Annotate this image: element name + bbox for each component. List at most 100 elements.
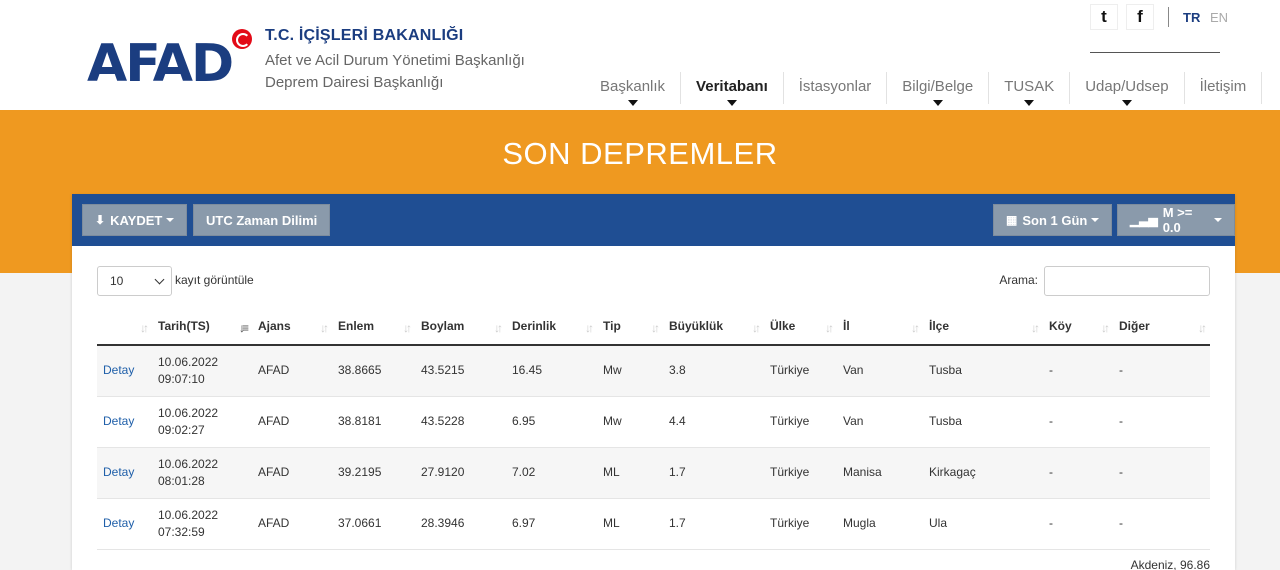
time-value: 08:01:28 [158, 473, 205, 488]
agency-cell: AFAD [252, 396, 332, 448]
magnitude-cell: 4.4 [663, 396, 764, 448]
sort-icon: ↓↑ [1101, 321, 1110, 335]
nav-label: Udap/Udsep [1085, 78, 1169, 95]
sort-icon: ↓↑ [494, 321, 503, 335]
col-district[interactable]: İlçe ↓↑ [923, 308, 1043, 346]
nav-bilgi-belge[interactable]: Bilgi/Belge [887, 72, 990, 106]
nav-iletisim[interactable]: İletişim [1185, 72, 1263, 104]
latitude-cell: 38.8665 [332, 345, 415, 397]
sort-icon: ↓↑ [911, 321, 920, 335]
date-value: 10.06.2022 [158, 507, 219, 522]
district-cell: Ula [923, 498, 1043, 550]
province-cell: Mugla [837, 498, 923, 550]
afad-logo[interactable]: AFAD [87, 38, 247, 90]
col-magnitude[interactable]: Büyüklük ↓↑ [663, 308, 764, 346]
col-village[interactable]: Köy ↓↑ [1043, 308, 1113, 346]
latitude-cell: 38.8181 [332, 396, 415, 448]
sort-icon: ↓↑ [752, 321, 761, 335]
detail-link[interactable]: Detay [103, 516, 134, 530]
magnitude-filter-button[interactable]: ▁▃▅ M >= 0.0 [1117, 204, 1235, 236]
page-title: SON DEPREMLER [502, 136, 778, 171]
earthquake-table: ↓↑ Tarih(TS) ↓≡ Ajans ↓↑ Enlem ↓↑ Boylam ↓↑ … [97, 308, 1210, 550]
chevron-down-icon [154, 274, 165, 285]
col-province[interactable]: İl ↓↑ [837, 308, 923, 346]
province-cell: Van [837, 345, 923, 397]
sort-icon: ↓↑ [585, 321, 594, 335]
caret-down-icon [166, 218, 175, 222]
nav-label: Bilgi/Belge [902, 78, 974, 95]
nav-baskanlik[interactable]: Başkanlık [585, 72, 682, 106]
col-type[interactable]: Tip ↓↑ [597, 308, 663, 346]
col-date[interactable]: Tarih(TS) ↓≡ [152, 308, 252, 346]
panel-toolbar: ⬇ KAYDET UTC Zaman Dilimi ▦ Son 1 Gün ▁▃… [72, 194, 1235, 246]
organization-block: T.C. İÇİŞLERİ BAKANLIĞI Afet ve Acil Dur… [265, 27, 525, 94]
utc-timezone-button[interactable]: UTC Zaman Dilimi [193, 204, 331, 236]
detail-link[interactable]: Detay [103, 465, 134, 479]
col-latitude[interactable]: Enlem ↓↑ [332, 308, 415, 346]
col-detail[interactable]: ↓↑ [97, 308, 152, 346]
village-cell: - [1043, 345, 1113, 397]
sort-icon: ↓↑ [651, 321, 660, 335]
caret-down-icon [1024, 100, 1035, 106]
date-value: 10.06.2022 [158, 405, 219, 420]
sort-icon: ↓↑ [320, 321, 329, 335]
lang-en-link[interactable]: EN [1210, 10, 1228, 25]
country-cell: Türkiye [764, 396, 837, 448]
date-value: 10.06.2022 [158, 456, 219, 471]
table-row: Detay 10.06.2022 09:02:27 AFAD 38.8181 43… [97, 396, 1210, 448]
caret-down-icon [627, 100, 638, 106]
signal-bars-icon: ▁▃▅ [1130, 213, 1158, 227]
depth-cell: 6.97 [506, 498, 597, 550]
detail-link[interactable]: Detay [103, 414, 134, 428]
caret-down-icon [932, 100, 943, 106]
district-cell: Kirkagaç [923, 447, 1043, 499]
time-value: 09:07:10 [158, 371, 205, 386]
nav-udap-udsep[interactable]: Udap/Udsep [1070, 72, 1185, 106]
nav-istasyonlar[interactable]: İstasyonlar [784, 72, 888, 104]
detail-link[interactable]: Detay [103, 363, 134, 377]
time-value: 09:02:27 [158, 422, 205, 437]
earthquake-panel: ⬇ KAYDET UTC Zaman Dilimi ▦ Son 1 Gün ▁▃… [72, 194, 1235, 570]
table-controls: 10 kayıt görüntüle Arama: [97, 266, 1210, 296]
magnitude-cell: 1.7 [663, 498, 764, 550]
language-switcher: TR EN [1183, 10, 1228, 25]
longitude-cell: 28.3946 [415, 498, 506, 550]
save-button[interactable]: ⬇ KAYDET [82, 204, 188, 236]
latitude-cell: 37.0661 [332, 498, 415, 550]
table-header-row: ↓↑ Tarih(TS) ↓≡ Ajans ↓↑ Enlem ↓↑ Boylam ↓↑ … [97, 308, 1210, 346]
divider [1090, 52, 1220, 53]
lang-tr-link[interactable]: TR [1183, 10, 1200, 25]
type-cell: ML [597, 498, 663, 550]
village-cell: - [1043, 396, 1113, 448]
col-longitude[interactable]: Boylam ↓↑ [415, 308, 506, 346]
sort-icon: ↓↑ [403, 321, 412, 335]
download-icon: ⬇ [95, 213, 106, 227]
search-input[interactable] [1044, 266, 1210, 296]
date-value: 10.06.2022 [158, 354, 219, 369]
page-size-select[interactable]: 10 [97, 266, 172, 296]
col-depth[interactable]: Derinlik ↓↑ [506, 308, 597, 346]
twitter-icon[interactable]: t [1090, 4, 1118, 30]
facebook-icon[interactable]: f [1126, 4, 1154, 30]
province-cell: Van [837, 396, 923, 448]
type-cell: ML [597, 447, 663, 499]
logo-text: AFAD [87, 34, 234, 94]
col-agency[interactable]: Ajans ↓↑ [252, 308, 332, 346]
nav-veritabani[interactable]: Veritabanı [681, 72, 784, 106]
caret-down-icon [1091, 218, 1100, 222]
village-cell: - [1043, 447, 1113, 499]
utc-label: UTC Zaman Dilimi [206, 212, 318, 228]
other-cell: - [1113, 345, 1210, 397]
main-nav: Başkanlık Veritabanı İstasyonlar Bilgi/B… [585, 72, 1263, 106]
agency-cell: AFAD [252, 447, 332, 499]
nav-label: TUSAK [1004, 78, 1055, 95]
depth-cell: 6.95 [506, 396, 597, 448]
date-range-button[interactable]: ▦ Son 1 Gün [993, 204, 1113, 236]
type-cell: Mw [597, 396, 663, 448]
sort-icon: ↓↑ [1198, 321, 1207, 335]
col-country[interactable]: Ülke ↓↑ [764, 308, 837, 346]
col-other[interactable]: Diğer ↓↑ [1113, 308, 1210, 346]
country-cell: Türkiye [764, 345, 837, 397]
divider [1168, 7, 1169, 27]
nav-tusak[interactable]: TUSAK [989, 72, 1071, 106]
